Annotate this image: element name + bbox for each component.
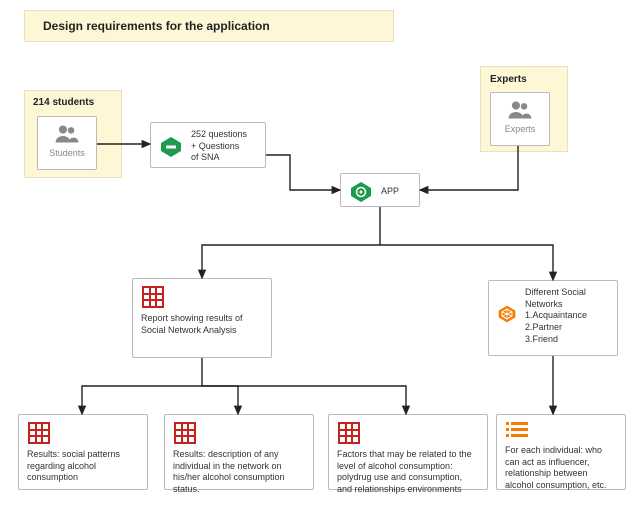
grid-icon [27,421,51,445]
list-icon [505,421,529,441]
people-icon [54,123,80,145]
networks-item2: 2.Partner [525,322,609,334]
node-experts: Experts [490,92,550,146]
students-caption: Students [49,148,85,160]
result-a-text: Results: social patterns regarding alcoh… [27,449,139,484]
networks-item3: 3.Friend [525,334,609,346]
hexagon-network-icon [497,304,517,328]
people-icon [507,99,533,121]
node-app: APP [340,173,420,207]
result-c-text: Factors that may be related to the level… [337,449,479,496]
experts-caption: Experts [505,124,536,136]
networks-item1: 1.Acquaintance [525,310,609,322]
node-result-b: Results: description of any individual i… [164,414,314,490]
node-result-c: Factors that may be related to the level… [328,414,488,490]
node-questions: 252 questions + Questions of SNA [150,122,266,168]
node-result-a: Results: social patterns regarding alcoh… [18,414,148,490]
questions-line1: 252 questions [191,129,247,141]
node-students: Students [37,116,97,170]
target-hexagon-icon [349,180,373,204]
networks-header-text: Different Social Networks [525,287,609,310]
diagram-title-text: Design requirements for the application [43,19,270,33]
grid-icon [173,421,197,445]
app-label: APP [381,186,399,198]
questions-line3: of SNA [191,152,247,164]
node-result-d: For each individual: who can act as infl… [496,414,626,490]
node-networks: Different Social Networks 1.Acquaintance… [488,280,618,356]
students-header: 214 students [33,97,94,108]
experts-header: Experts [490,74,527,85]
sna-report-text: Report showing results of Social Network… [141,313,263,336]
hexagon-icon [159,135,183,159]
result-b-text: Results: description of any individual i… [173,449,305,496]
result-d-text: For each individual: who can act as infl… [505,445,617,492]
node-sna-report: Report showing results of Social Network… [132,278,272,358]
diagram-title: Design requirements for the application [24,10,394,42]
grid-icon [337,421,361,445]
grid-icon [141,285,165,309]
questions-line2: + Questions [191,141,247,153]
